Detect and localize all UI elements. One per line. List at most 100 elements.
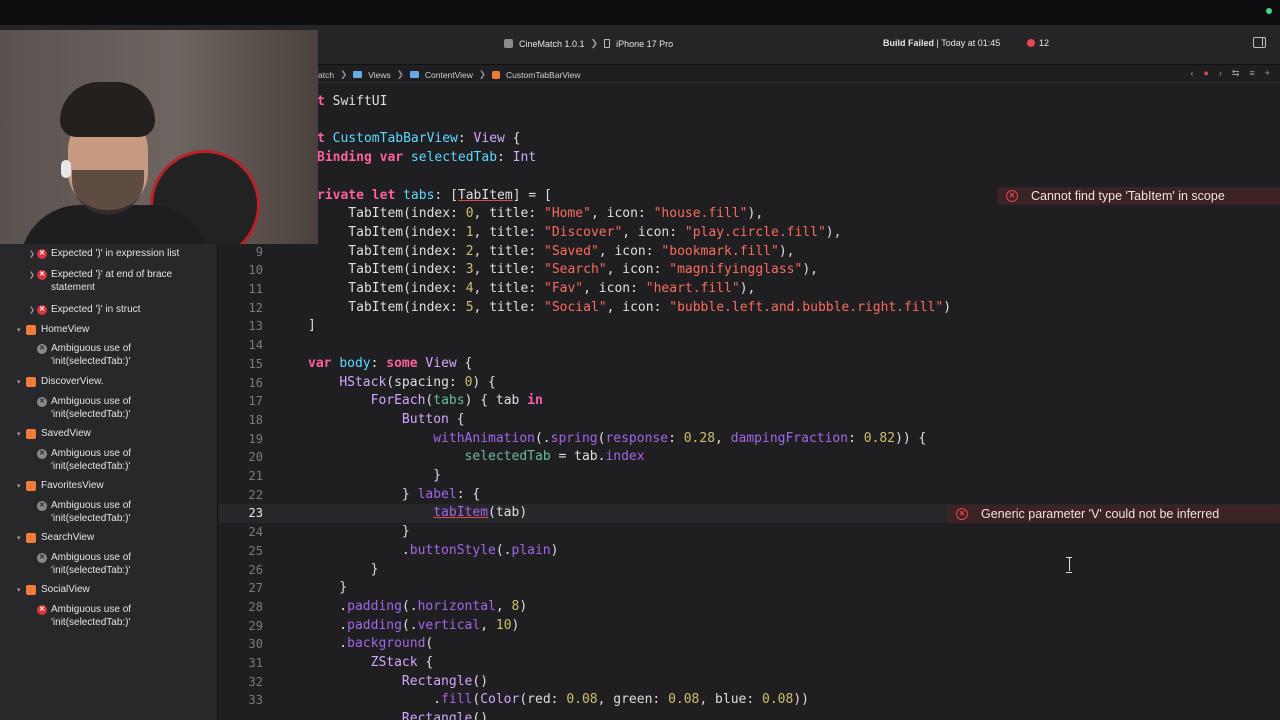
line-number: 16	[248, 375, 263, 390]
line-number: 19	[248, 431, 263, 446]
swift-file-icon	[26, 585, 36, 595]
code-line: 18 Button {	[219, 411, 1280, 430]
code-line: TabItem(index: 0, title: "Home", icon: "…	[317, 206, 764, 222]
inline-error-banner[interactable]: ✕ Cannot find type 'TabItem' in scope	[997, 187, 1280, 205]
line-number: 22	[248, 487, 263, 502]
breadcrumb-file[interactable]: CustomTabBarView	[506, 70, 581, 80]
build-status[interactable]: Build Failed | Today at 01:45	[883, 38, 1000, 48]
line-number: 23	[248, 506, 263, 521]
code-line: 25 .buttonStyle(.plain)	[219, 542, 1280, 561]
issue-group-name: SearchView	[41, 532, 95, 543]
line-number: 30	[248, 637, 263, 652]
earbud	[61, 160, 71, 178]
camera-indicator-icon	[1266, 8, 1272, 14]
iphone-icon	[604, 39, 611, 48]
code-line: 32 Rectangle()	[219, 673, 1280, 692]
issue-group-name: FavoritesView	[41, 480, 104, 491]
line-number: 28	[248, 599, 263, 614]
breadcrumb-contentview[interactable]: ContentView	[425, 70, 473, 80]
issue-group-name: SavedView	[41, 428, 91, 439]
code-line: 29 .padding(.vertical, 10)	[219, 617, 1280, 636]
error-icon: ✕	[37, 270, 47, 280]
inline-error-text: Generic parameter 'V' could not be infer…	[981, 507, 1220, 521]
code-line: 20 selectedTab = tab.index	[219, 448, 1280, 467]
error-count: 12	[1039, 38, 1050, 48]
line-number: 21	[248, 469, 263, 483]
scheme-selector[interactable]: CineMatch 1.0.1 ❯ iPhone 17 Pro	[504, 38, 673, 49]
warning-icon: ✕	[37, 344, 47, 354]
build-status-time: | Today at 01:45	[934, 38, 1001, 48]
line-number: 14	[248, 338, 263, 353]
error-icon	[1027, 39, 1035, 47]
issue-text: Expected '}' at end of brace statement	[51, 269, 173, 293]
issue-text: Ambiguous use of 'init(selectedTab:)'	[51, 552, 132, 576]
error-icon: ✕	[1006, 190, 1018, 202]
code-line: 19 withAnimation(.spring(response: 0.28,…	[219, 430, 1280, 449]
line-number: 10	[248, 263, 263, 278]
inline-error-banner[interactable]: ✕ Generic parameter 'V' could not be inf…	[947, 505, 1280, 523]
code-line: 31 ZStack {	[219, 654, 1280, 673]
app-icon	[504, 39, 513, 48]
swift-file-icon	[26, 377, 36, 387]
issue-indicator-icon[interactable]: ●	[1203, 68, 1208, 79]
code-line: 15 var body: some View {	[219, 355, 1280, 374]
issue-text: Ambiguous use of 'init(selectedTab:)'	[51, 500, 132, 524]
line-number: 26	[248, 562, 263, 577]
code-line: TabItem(index: 1, title: "Discover", ico…	[317, 224, 842, 240]
chevron-down-icon: ▾	[17, 483, 21, 490]
issue-text: Ambiguous use of 'init(selectedTab:)'	[51, 604, 132, 628]
code-line: 16 HStack(spacing: 0) {	[219, 374, 1280, 393]
issue-group-name: DiscoverView.	[41, 376, 104, 387]
issue-text: Ambiguous use of 'init(selectedTab:)'	[51, 448, 132, 472]
inline-error-text: Cannot find type 'TabItem' in scope	[1031, 189, 1225, 203]
chevron-right-icon[interactable]: ›	[1219, 68, 1222, 79]
jump-bar: atch ❯ Views ❯ ContentView ❯ CustomTabBa…	[219, 65, 1280, 83]
line-number: 11	[248, 282, 263, 296]
warning-icon: ✕	[37, 553, 47, 563]
source-editor[interactable]: atch ❯ Views ❯ ContentView ❯ CustomTabBa…	[219, 65, 1280, 720]
code-line: 12 TabItem(index: 5, title: "Social", ic…	[219, 299, 1280, 318]
swift-file-icon	[26, 325, 36, 335]
code-line: 13]	[219, 317, 1280, 336]
chevron-right-icon: ❯	[29, 272, 35, 279]
code-line: 11 TabItem(index: 4, title: "Fav", icon:…	[219, 280, 1280, 299]
chevron-right-icon: ❯	[29, 307, 35, 314]
destination-name: iPhone 17 Pro	[616, 38, 674, 49]
chevron-right-icon: ❯	[590, 38, 599, 48]
chevron-right-icon: ❯	[478, 69, 487, 79]
related-items-icon[interactable]: ⇆	[1232, 68, 1240, 79]
issue-group-name: HomeView	[41, 324, 90, 335]
breadcrumb-project[interactable]: atch	[318, 70, 334, 80]
line-number: 17	[248, 394, 263, 409]
folder-icon	[353, 71, 363, 78]
inspector-toggle-icon[interactable]	[1253, 37, 1266, 48]
breadcrumb-views[interactable]: Views	[368, 70, 391, 80]
breadcrumb: atch ❯ Views ❯ ContentView ❯ CustomTabBa…	[318, 69, 581, 80]
swift-file-icon	[26, 429, 36, 439]
issue-group-name: SocialView	[41, 584, 90, 595]
code-line: 27 }	[219, 579, 1280, 598]
error-icon: ✕	[37, 605, 47, 615]
editor-options-icon[interactable]: ≡	[1249, 68, 1254, 79]
line-number: 33	[248, 693, 263, 708]
error-count-badge[interactable]: 12	[1027, 38, 1049, 48]
line-number: 15	[248, 356, 263, 371]
code-line: 10 TabItem(index: 3, title: "Search", ic…	[219, 261, 1280, 280]
warning-icon: ✕	[37, 449, 47, 459]
code-line: t CustomTabBarView: View {	[317, 131, 521, 147]
code-line: 30 .background(	[219, 635, 1280, 654]
folder-icon	[409, 71, 419, 78]
text-cursor-icon	[1066, 557, 1072, 573]
chevron-down-icon: ▾	[17, 535, 21, 542]
line-number: 31	[248, 656, 263, 670]
line-number: 32	[248, 674, 263, 689]
code-line: 28 .padding(.horizontal, 8)	[219, 598, 1280, 617]
code-line: 22 } label: {	[219, 486, 1280, 505]
warning-icon: ✕	[37, 501, 47, 511]
swift-file-icon	[26, 481, 36, 491]
build-status-result: Build Failed	[883, 38, 935, 48]
add-editor-icon[interactable]: +	[1265, 68, 1270, 79]
code-line: 17 ForEach(tabs) { tab in	[219, 392, 1280, 411]
chevron-left-icon[interactable]: ‹	[1190, 68, 1193, 79]
line-number: 12	[248, 300, 263, 315]
